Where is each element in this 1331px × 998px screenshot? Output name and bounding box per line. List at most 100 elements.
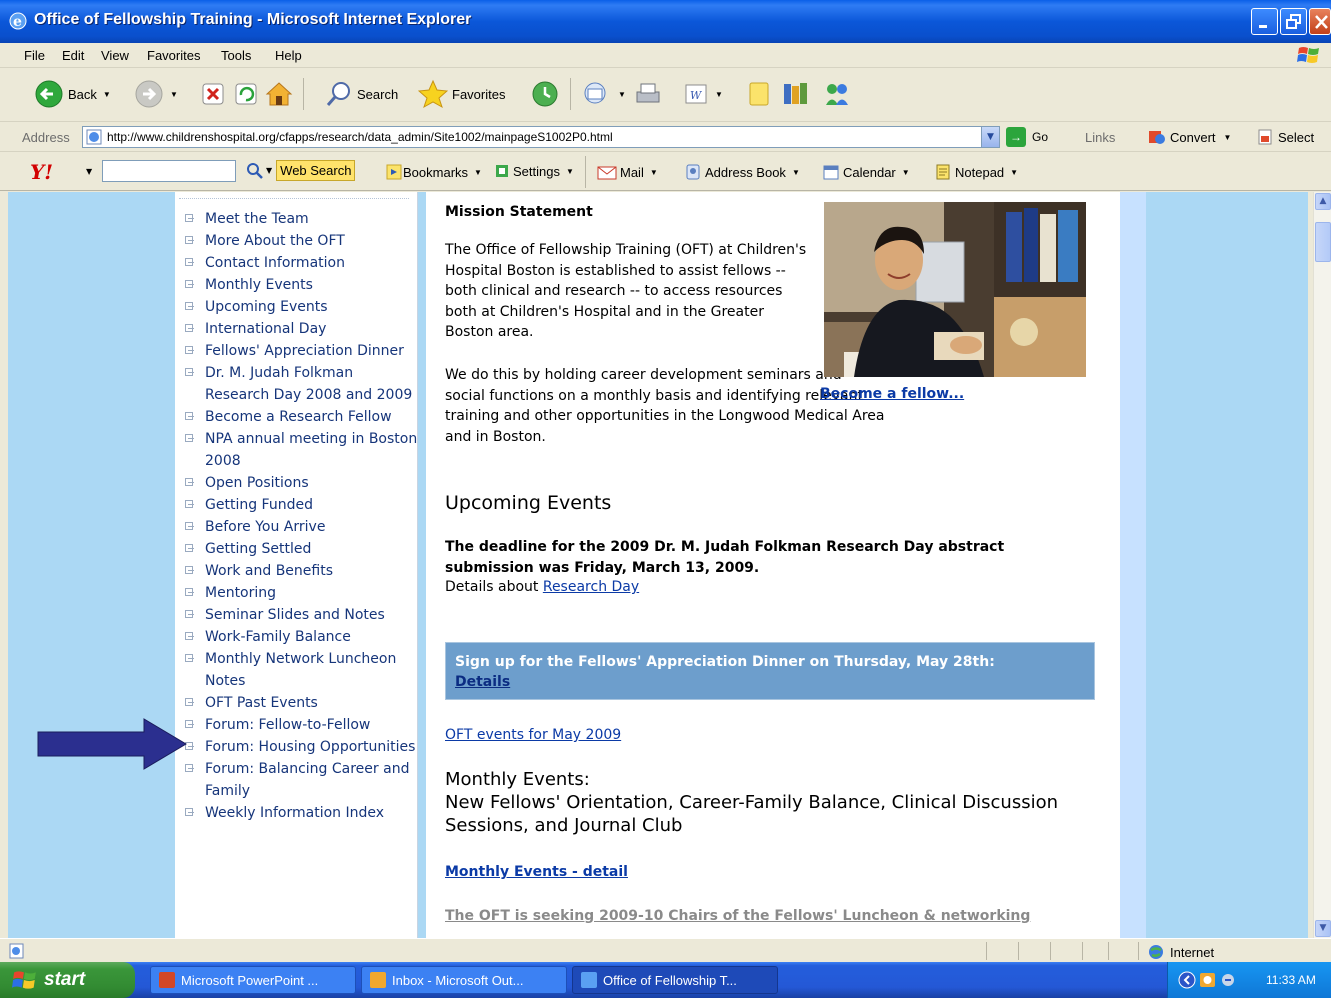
start-button[interactable]: start [0,962,135,998]
page-bullet-icon [185,632,194,640]
nav-item[interactable]: Getting Funded [175,494,418,516]
chevron-down-icon[interactable]: ▼ [86,167,92,176]
go-button[interactable]: → Go [1006,127,1048,147]
nav-item[interactable]: Forum: Fellow-to-Fellow [175,714,418,736]
edit-word-button[interactable]: W ▼ [683,78,723,110]
address-dropdown-button[interactable]: ▼ [981,127,999,147]
page-bullet-icon [185,610,194,618]
history-button[interactable] [530,78,560,110]
nav-item[interactable]: Work and Benefits [175,560,418,582]
word-icon: W [685,84,707,104]
search-button[interactable]: Search [325,78,398,110]
settings-button[interactable]: Settings ▼ [494,163,574,179]
page-bullet-icon [185,500,194,508]
forward-button[interactable]: ▼ [134,78,178,110]
calendar-icon [823,165,839,180]
yahoo-logo-button[interactable]: Y! [30,160,53,184]
print-button[interactable] [633,78,663,110]
nav-item[interactable]: Seminar Slides and Notes [175,604,418,626]
scroll-thumb[interactable] [1315,222,1331,262]
nav-item[interactable]: Work-Family Balance [175,626,418,648]
web-search-button[interactable]: Web Search [276,160,356,181]
mail-button[interactable]: Mail ▼ [596,163,658,181]
become-fellow-link[interactable]: Become a fellow... [820,386,964,402]
research-day-link[interactable]: Research Day [543,579,639,595]
nav-item[interactable]: Monthly Events [175,274,418,296]
window-titlebar[interactable]: e Office of Fellowship Training - Micros… [0,0,1331,43]
taskbar-item-ie[interactable]: Office of Fellowship T... [572,966,778,994]
vertical-scrollbar[interactable]: ▲ ▼ [1313,192,1331,938]
restore-button[interactable] [1280,8,1307,35]
nav-item[interactable]: Upcoming Events [175,296,418,318]
discuss-button[interactable] [746,78,772,110]
research-button[interactable] [781,78,811,110]
bookmarks-button[interactable]: Bookmarks ▼ [385,163,482,181]
back-arrow-icon [35,80,63,108]
svg-text:e: e [13,14,22,30]
messenger-icon [826,84,848,105]
nav-item[interactable]: Weekly Information Index [175,802,418,824]
oft-may-events-link[interactable]: OFT events for May 2009 [445,727,621,743]
nav-item[interactable]: Before You Arrive [175,516,418,538]
monthly-events-detail-link[interactable]: Monthly Events - detail [445,864,628,880]
menu-tools[interactable]: Tools [221,48,251,63]
menu-help[interactable]: Help [275,48,302,63]
links-toolbar[interactable]: Links [1085,130,1115,145]
nav-item[interactable]: Forum: Housing Opportunities [175,736,418,758]
refresh-icon [235,83,257,105]
page-viewport[interactable]: Meet the Team More About the OFT Contact I… [8,192,1308,938]
tray-icons[interactable] [1178,971,1258,989]
address-book-button[interactable]: Address Book ▼ [684,163,800,181]
nav-item[interactable]: Fellows' Appreciation Dinner [175,340,418,362]
nav-item[interactable]: More About the OFT [175,230,418,252]
mail-envelope-icon [597,166,617,180]
nav-item[interactable]: Mentoring [175,582,418,604]
mail-button[interactable]: ▼ [582,78,626,110]
calendar-button[interactable]: Calendar ▼ [822,163,910,181]
pointer-arrow-annotation [37,718,187,770]
chevron-down-icon[interactable]: ▼ [266,166,272,175]
notepad-button[interactable]: Notepad ▼ [934,163,1018,181]
windows-logo-icon [1297,47,1319,63]
home-button[interactable] [264,78,294,110]
magnifier-icon[interactable] [246,162,264,180]
convert-button[interactable]: Convert ▼ [1147,128,1231,146]
nav-item[interactable]: Open Positions [175,472,418,494]
page-bullet-icon [185,698,194,706]
scroll-down-button[interactable]: ▼ [1315,920,1331,937]
chevron-down-icon: ▼ [474,167,482,177]
refresh-button[interactable] [233,78,259,110]
nav-item[interactable]: OFT Past Events [175,692,418,714]
menu-edit[interactable]: Edit [62,48,84,63]
taskbar-item-powerpoint[interactable]: Microsoft PowerPoint ... [150,966,356,994]
address-input[interactable]: http://www.childrenshospital.org/cfapps/… [82,126,1000,148]
nav-item[interactable]: International Day [175,318,418,340]
nav-item[interactable]: Meet the Team [175,208,418,230]
menu-file[interactable]: File [24,48,45,63]
favorites-button[interactable]: Favorites [418,78,505,110]
yahoo-search-input[interactable] [102,160,236,182]
signup-details-link[interactable]: Details [455,672,1085,692]
scroll-up-button[interactable]: ▲ [1315,193,1331,210]
menu-favorites[interactable]: Favorites [147,48,200,63]
nav-item[interactable]: Dr. M. Judah Folkman Research Day 2008 a… [175,362,418,406]
menu-view[interactable]: View [101,48,129,63]
close-button[interactable] [1309,8,1331,35]
stop-button[interactable] [200,78,226,110]
chairs-seeking-link[interactable]: The OFT is seeking 2009-10 Chairs of the… [445,908,1030,924]
nav-item[interactable]: NPA annual meeting in Boston 2008 [175,428,418,472]
nav-item[interactable]: Monthly Network Luncheon Notes [175,648,418,692]
nav-item[interactable]: Become a Research Fellow [175,406,418,428]
window-title: Office of Fellowship Training - Microsof… [34,11,472,28]
minimize-button[interactable] [1251,8,1278,35]
select-button[interactable]: Select [1256,128,1314,146]
address-book-icon [686,164,700,180]
nav-list: Meet the Team More About the OFT Contact I… [175,208,418,824]
nav-item[interactable]: Getting Settled [175,538,418,560]
back-button[interactable]: Back ▼ [34,78,111,110]
taskbar-item-outlook[interactable]: Inbox - Microsoft Out... [361,966,567,994]
nav-item[interactable]: Contact Information [175,252,418,274]
messenger-button[interactable] [822,78,852,110]
stop-icon [202,83,224,105]
nav-item[interactable]: Forum: Balancing Career and Family [175,758,418,802]
